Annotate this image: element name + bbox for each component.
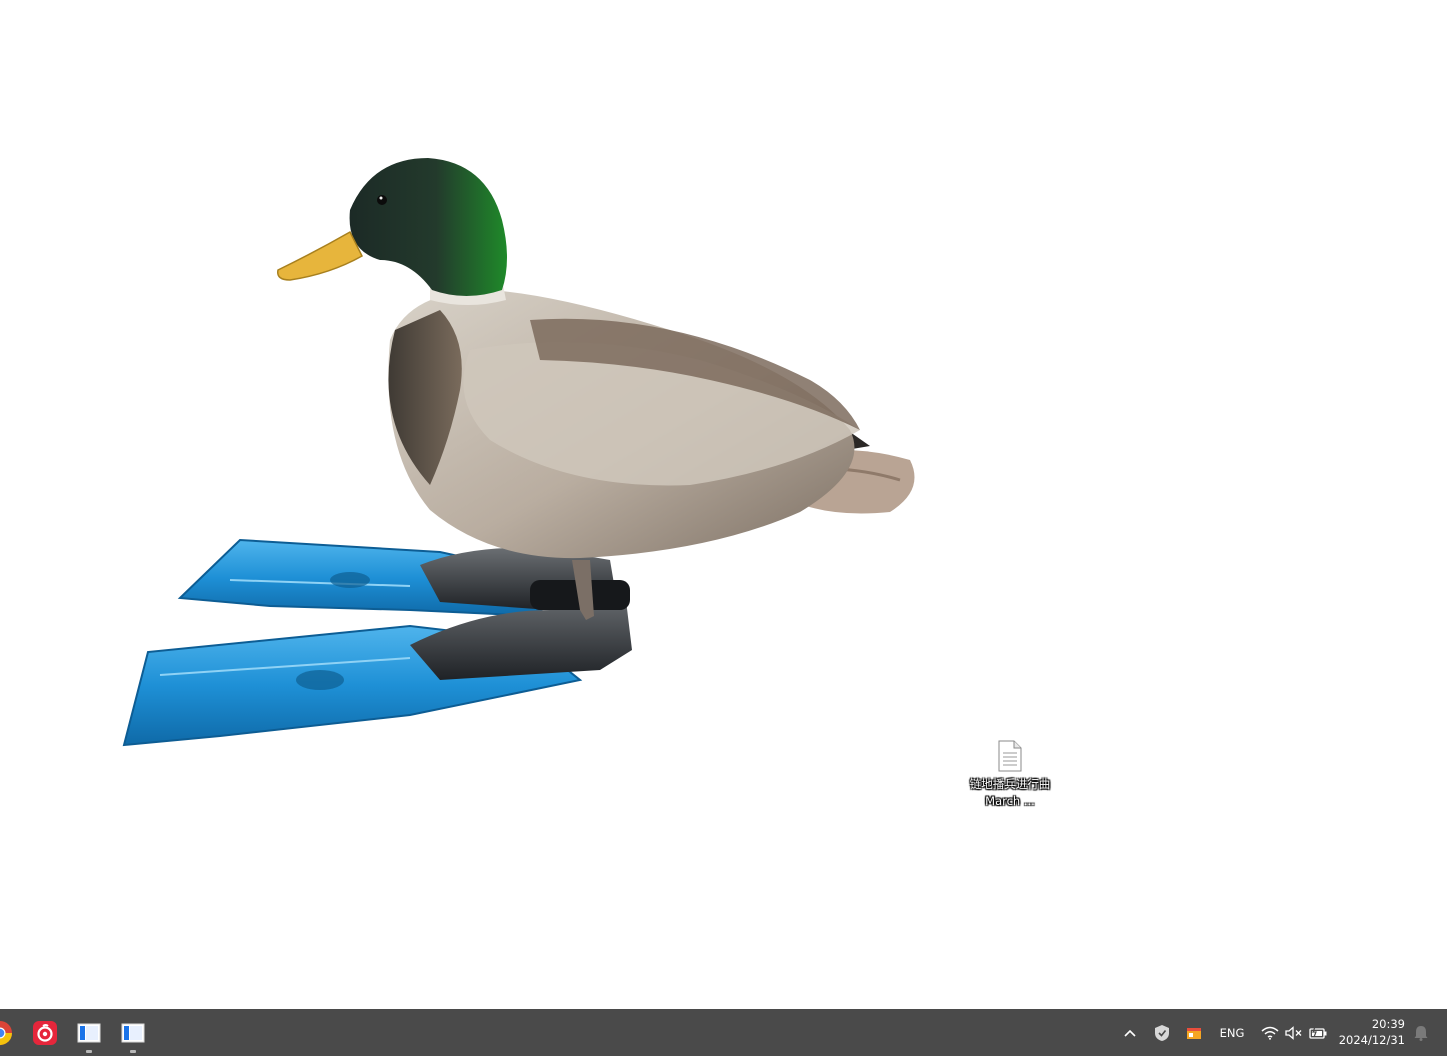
speaker-muted-icon xyxy=(1285,1025,1302,1040)
tray-show-hidden[interactable] xyxy=(1118,1009,1142,1056)
language-indicator[interactable]: ENG xyxy=(1214,1009,1250,1056)
clock-date: 2024/12/31 xyxy=(1338,1033,1405,1047)
desktop-file-icon[interactable]: 链地播兵进行曲 March ... xyxy=(966,736,1054,810)
chevron-up-icon xyxy=(1124,1029,1136,1037)
tray-notifications[interactable] xyxy=(1409,1009,1433,1056)
tray-app[interactable] xyxy=(1182,1009,1206,1056)
taskbar-chrome[interactable] xyxy=(0,1009,22,1056)
chrome-icon xyxy=(0,1020,12,1045)
taskbar-netease-music[interactable] xyxy=(23,1009,67,1056)
desktop-file-label: 链地播兵进行曲 March ... xyxy=(969,777,1051,808)
taskbar-clock[interactable]: 20:39 2024/12/31 xyxy=(1339,1016,1405,1048)
running-indicator xyxy=(130,1050,136,1053)
netease-music-icon xyxy=(33,1020,57,1045)
text-document-icon xyxy=(998,740,1022,772)
battery-charging-icon xyxy=(1309,1026,1327,1039)
tray-battery[interactable] xyxy=(1306,1009,1330,1056)
running-indicator xyxy=(86,1050,92,1053)
window-app-icon xyxy=(77,1023,101,1042)
tray-volume[interactable] xyxy=(1282,1009,1306,1056)
desktop[interactable]: 链地播兵进行曲 March ... xyxy=(0,0,1447,1009)
taskbar: ENG 20:39 2024/12/31 xyxy=(0,1009,1447,1056)
tray-wifi[interactable] xyxy=(1258,1009,1282,1056)
tray-security[interactable] xyxy=(1150,1009,1174,1056)
wifi-icon xyxy=(1261,1026,1279,1040)
notification-bell-icon xyxy=(1414,1025,1428,1041)
taskbar-window-app-1[interactable] xyxy=(67,1009,111,1056)
duck-wallpaper-image xyxy=(122,158,915,747)
window-app-icon xyxy=(121,1023,145,1042)
shield-icon xyxy=(1155,1024,1169,1041)
colorful-app-icon xyxy=(1187,1027,1201,1039)
clock-time: 20:39 xyxy=(1371,1017,1405,1031)
taskbar-window-app-2[interactable] xyxy=(111,1009,155,1056)
